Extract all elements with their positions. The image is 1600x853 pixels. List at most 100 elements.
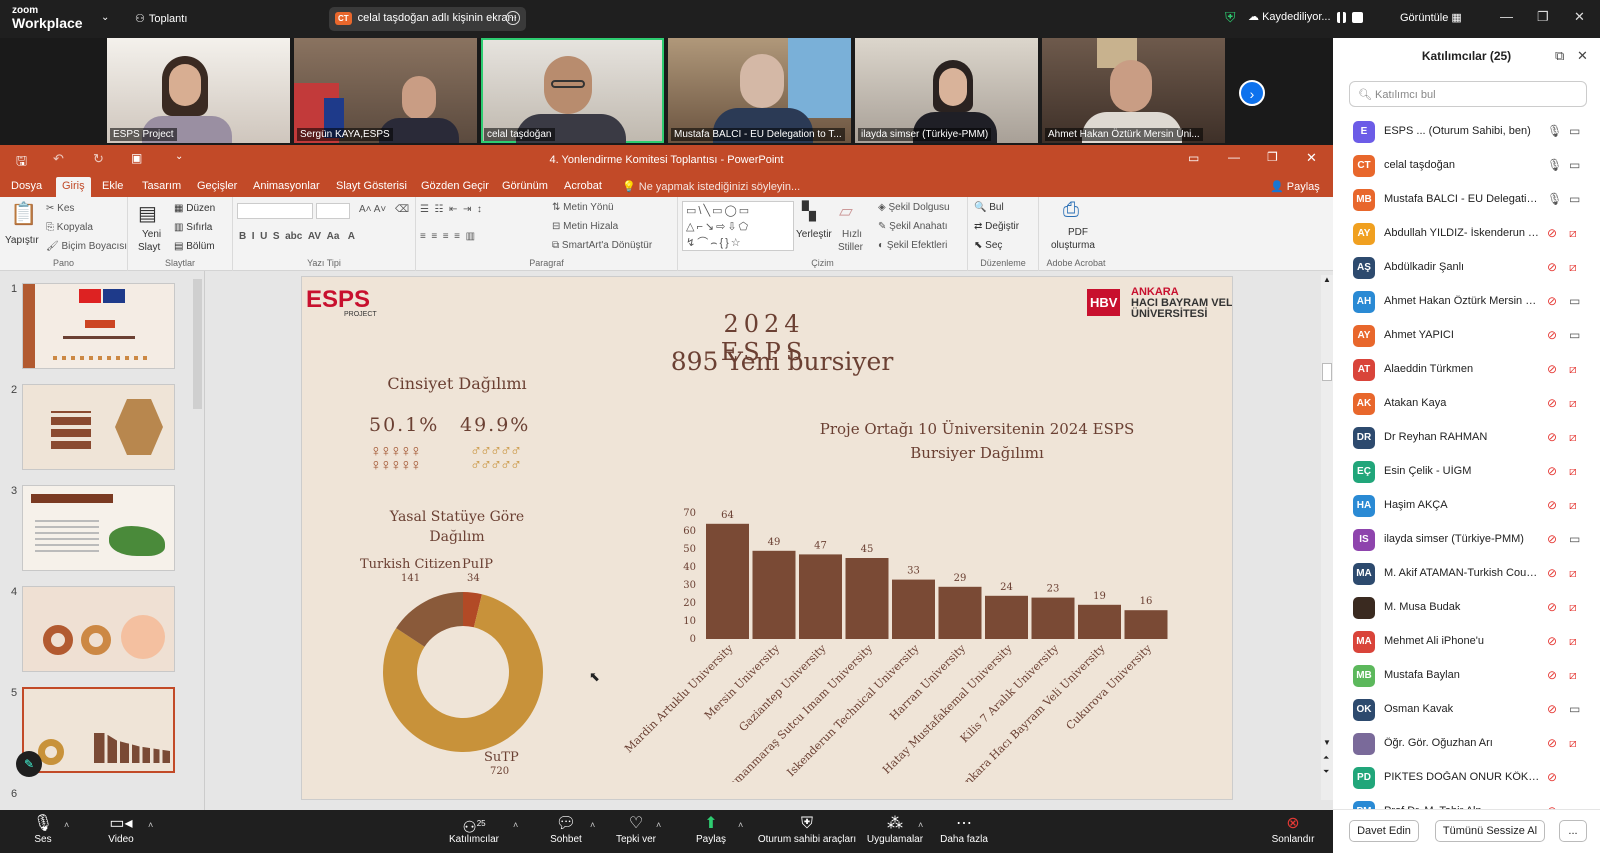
participant-row[interactable]: AY Ahmet YAPICI ⊘ ▭ [1333, 319, 1600, 353]
microphone-muted-icon[interactable]: ⊘ [1547, 736, 1557, 750]
layout-button[interactable]: ▦ Düzen [174, 203, 215, 214]
shape-outline-button[interactable]: ✎ Şekil Anahatı [878, 221, 948, 232]
camera-off-icon[interactable]: ⧄ [1569, 260, 1577, 275]
font-size-input[interactable] [316, 203, 350, 219]
tab-slideshow[interactable]: Slayt Gösterisi [336, 180, 407, 192]
pdf-button-2[interactable]: oluşturma [1051, 240, 1095, 251]
scroll-up-icon[interactable]: ▲ [1323, 275, 1331, 284]
participants-button[interactable]: ⚇25 Katılımcılar [446, 814, 502, 845]
prev-slide-icon[interactable]: ⏶ [1323, 753, 1329, 763]
tab-file[interactable]: Dosya [11, 180, 42, 192]
tell-me-search[interactable]: 💡 Ne yapmak istediğinizi söyleyin... [622, 180, 800, 193]
video-tile-active-speaker[interactable]: celal taşdoğan [481, 38, 664, 143]
camera-icon[interactable]: ▭ [1569, 294, 1580, 308]
zoom-logo[interactable]: zoom Workplace [12, 5, 83, 30]
participant-row[interactable]: AŞ Abdülkadir Şanlı ⊘ ⧄ [1333, 251, 1600, 285]
camera-off-icon[interactable]: ⧄ [1569, 464, 1577, 479]
microphone-muted-icon[interactable]: ⊘ [1547, 566, 1557, 580]
slide-scrollbar[interactable]: ▲ ▼ ⏶ ⏷ [1321, 275, 1333, 800]
more-button[interactable]: ... [1559, 820, 1587, 842]
edit-pencil-button[interactable]: ✎ [16, 751, 42, 777]
host-tools-button[interactable]: ⛨ Oturum sahibi araçları [755, 814, 859, 845]
video-options-caret[interactable]: ˄ [148, 820, 153, 830]
participant-row[interactable]: E ESPS ... (Oturum Sahibi, ben) 🎙︎ ▭ [1333, 115, 1600, 149]
mute-all-button[interactable]: Tümünü Sessize Al [1435, 820, 1545, 842]
microphone-muted-icon[interactable]: ⊘ [1547, 770, 1557, 784]
minimize-icon[interactable]: — [1500, 9, 1513, 24]
text-direction-button[interactable]: ⇅ Metin Yönü [552, 202, 614, 213]
maximize-icon[interactable]: ❐ [1537, 9, 1549, 25]
replace-button[interactable]: ⇄ Değiştir [974, 221, 1019, 232]
tab-review[interactable]: Gözden Geçir [421, 180, 489, 192]
slide-thumbnail[interactable] [22, 485, 175, 571]
tab-view[interactable]: Görünüm [502, 180, 548, 192]
camera-off-icon[interactable]: ⧄ [1569, 600, 1577, 615]
find-button[interactable]: 🔍 Bul [974, 202, 1004, 213]
microphone-muted-icon[interactable]: ⊘ [1547, 294, 1557, 308]
ribbon-display-icon[interactable]: ▭ [1188, 151, 1199, 165]
select-button[interactable]: ⬉ Seç [974, 240, 1002, 251]
paste-button[interactable]: Yapıştır [5, 235, 39, 246]
camera-off-icon[interactable]: ⧄ [1569, 498, 1577, 513]
apps-options-caret[interactable]: ˄ [918, 820, 923, 830]
video-tile[interactable]: Sergün KAYA,ESPS [294, 38, 477, 143]
video-tile[interactable]: Mustafa BALCI - EU Delegation to T... [668, 38, 851, 143]
share-screen-button[interactable]: ⬆ Paylaş [690, 814, 732, 845]
cut-button[interactable]: ✂ Kes [46, 203, 74, 214]
camera-icon[interactable]: ▭ [1569, 124, 1580, 138]
tab-design[interactable]: Tasarım [142, 180, 181, 192]
slide-thumbnail[interactable] [22, 384, 175, 470]
participant-row[interactable]: AY Abdullah YILDIZ- İskenderun Te... ⊘ ⧄ [1333, 217, 1600, 251]
participant-row[interactable]: MA Mehmet Ali iPhone'u ⊘ ⧄ [1333, 625, 1600, 659]
audio-options-caret[interactable]: ˄ [64, 820, 69, 830]
react-button[interactable]: ♡ Tepki ver [612, 814, 660, 845]
share-options-caret[interactable]: ˄ [738, 820, 743, 830]
align-icons[interactable]: ≡ ≡ ≡ ≡ ▥ [420, 231, 475, 242]
participant-row[interactable]: EÇ Esin Çelik - UİGM ⊘ ⧄ [1333, 455, 1600, 489]
camera-off-icon[interactable]: ⧄ [1569, 362, 1577, 377]
more-button[interactable]: ⋯ Daha fazla [938, 814, 990, 845]
participant-row[interactable]: MB Mustafa BALCI - EU Delegation... 🎙︎ ▭ [1333, 183, 1600, 217]
more-options-icon[interactable]: ··· [506, 11, 520, 25]
participant-row[interactable]: Öğr. Gör. Oğuzhan Arı ⊘ ⧄ [1333, 727, 1600, 761]
participant-row[interactable]: DR Dr Reyhan RAHMAN ⊘ ⧄ [1333, 421, 1600, 455]
camera-off-icon[interactable]: ⧄ [1569, 396, 1577, 411]
participant-row[interactable]: AT Alaeddin Türkmen ⊘ ⧄ [1333, 353, 1600, 387]
invite-button[interactable]: Davet Edin [1349, 820, 1419, 842]
tab-transitions[interactable]: Geçişler [197, 180, 237, 192]
reset-button[interactable]: ▥ Sıfırla [174, 222, 212, 233]
camera-icon[interactable]: ▭ [1569, 702, 1580, 716]
participant-search-input[interactable]: 🔍︎ Katılımcı bul [1349, 81, 1587, 107]
microphone-muted-icon[interactable]: ⊘ [1547, 396, 1557, 410]
smartart-button[interactable]: ⧉ SmartArt'a Dönüştür [552, 240, 652, 251]
microphone-muted-icon[interactable]: ⊘ [1547, 634, 1557, 648]
participant-row[interactable]: AK Atakan Kaya ⊘ ⧄ [1333, 387, 1600, 421]
camera-icon[interactable]: ▭ [1569, 158, 1580, 172]
arrange-button[interactable]: Yerleştir [796, 229, 832, 240]
tab-animations[interactable]: Animasyonlar [253, 180, 320, 192]
ppt-close-icon[interactable]: ✕ [1306, 150, 1317, 166]
new-slide-button[interactable]: Yeni [142, 229, 161, 240]
tab-acrobat[interactable]: Acrobat [564, 180, 602, 192]
font-family-input[interactable] [237, 203, 313, 219]
end-meeting-button[interactable]: ⊗ Sonlandır [1268, 814, 1318, 845]
quick-styles-button-2[interactable]: Stiller [838, 242, 863, 253]
microphone-muted-icon[interactable]: ⊘ [1547, 532, 1557, 546]
slide-thumbnail-selected[interactable] [22, 687, 175, 773]
format-painter-button[interactable]: 🖌 Biçim Boyacısı [46, 241, 127, 252]
camera-off-icon[interactable]: ⧄ [1569, 634, 1577, 649]
scroll-thumb[interactable] [1322, 363, 1332, 381]
participant-row[interactable]: PD PIKTES DOĞAN ONUR KÖKSAL ⊘ [1333, 761, 1600, 795]
apps-button[interactable]: ⁂ Uygulamalar [866, 814, 924, 845]
align-text-button[interactable]: ⊟ Metin Hizala [552, 221, 618, 232]
thumbnail-scrollbar[interactable] [193, 279, 202, 409]
pdf-button[interactable]: PDF [1068, 227, 1088, 238]
audio-button[interactable]: 🎙︎ Ses [28, 814, 58, 845]
paste-icon[interactable]: 📋 [10, 201, 37, 227]
meeting-menu[interactable]: ⚇ Toplantı [135, 12, 187, 25]
video-tile[interactable]: ESPS Project [107, 38, 290, 143]
popout-icon[interactable]: ⧉ [1555, 48, 1564, 64]
microphone-muted-icon[interactable]: ⊘ [1547, 226, 1557, 240]
participant-row[interactable]: MB Mustafa Baylan ⊘ ⧄ [1333, 659, 1600, 693]
tab-insert[interactable]: Ekle [102, 180, 123, 192]
